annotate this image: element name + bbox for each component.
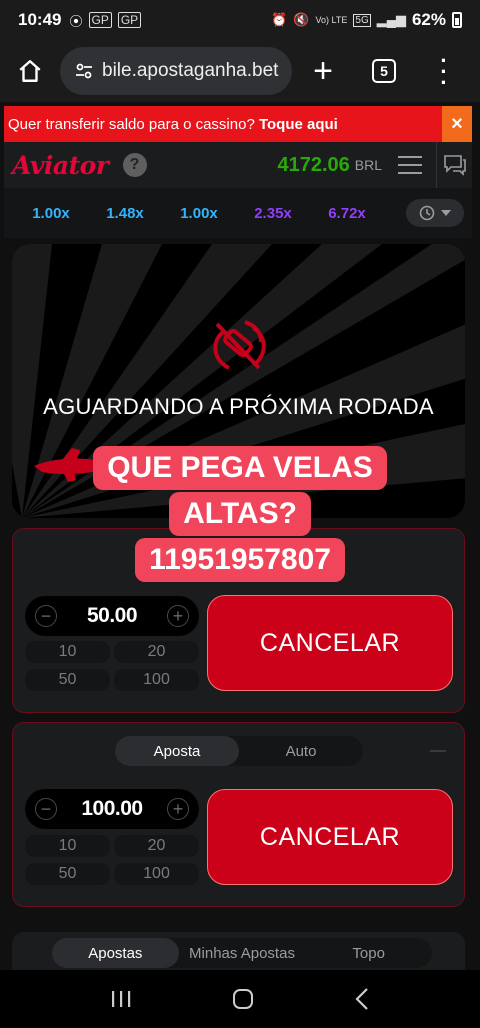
multiplier-history: 1.00x 1.48x 1.00x 2.35x 6.72x xyxy=(4,188,472,238)
caption-overlay: ALTAS? xyxy=(0,492,480,536)
status-right: ⏰ 🔇 Vo) LTE 5G ▂▄▆ 62% xyxy=(271,10,462,30)
app-notification-icon: GP xyxy=(88,12,112,28)
bet-amount-stepper: − 50.00 + xyxy=(25,596,199,636)
volte-label: Vo) LTE xyxy=(315,15,348,25)
bet-amount-stepper: − 100.00 + xyxy=(25,789,199,829)
app-notification-icon: GP xyxy=(117,12,142,28)
caption-line-2: ALTAS? xyxy=(169,492,311,536)
close-icon[interactable]: × xyxy=(442,106,472,142)
quick-amounts: 10 20 50 100 xyxy=(25,641,199,691)
clock: 10:49 xyxy=(18,10,62,29)
remove-panel-icon[interactable] xyxy=(430,750,446,752)
minus-icon[interactable]: − xyxy=(35,798,57,820)
plus-icon[interactable]: + xyxy=(166,798,189,820)
url-text: bile.apostaganha.bet xyxy=(102,60,279,81)
cancel-bet-button[interactable]: CANCELAR xyxy=(207,789,453,885)
caption-overlay: 11951957807 xyxy=(0,538,480,582)
balance-currency: BRL xyxy=(354,157,382,173)
history-multiplier[interactable]: 1.48x xyxy=(88,205,162,222)
battery-percent: 62% xyxy=(411,10,446,29)
bets-tab-switcher: Apostas Minhas Apostas Topo xyxy=(52,938,432,968)
browser-menu-button[interactable]: · · · xyxy=(414,49,474,93)
home-button[interactable] xyxy=(0,58,60,84)
bets-list-header: Apostas Minhas Apostas Topo xyxy=(12,932,465,970)
balance-amount: 4172.06 xyxy=(277,153,350,176)
home-icon xyxy=(19,60,41,82)
loading-propeller-icon xyxy=(213,320,266,370)
chat-icon[interactable] xyxy=(436,142,472,188)
alarm-icon: ⏰ xyxy=(271,12,288,27)
bet-amount-value[interactable]: 50.00 xyxy=(87,604,138,628)
recent-apps-icon[interactable] xyxy=(110,989,132,1009)
tab-topo[interactable]: Topo xyxy=(305,938,432,968)
aviator-logo: Aviator xyxy=(12,150,109,180)
quick-amounts: 10 20 50 100 xyxy=(25,835,199,885)
site-settings-icon[interactable] xyxy=(74,61,94,81)
waiting-message: AGUARDANDO A PRÓXIMA RODADA xyxy=(43,394,434,419)
quick-amount-button[interactable]: 10 xyxy=(25,835,110,857)
caption-line-3: 11951957807 xyxy=(135,538,345,582)
browser-toolbar: bile.apostaganha.bet + 5 · · · xyxy=(0,40,480,102)
promo-banner[interactable]: Quer transferir saldo para o cassino? To… xyxy=(4,106,472,142)
network-type: 5G xyxy=(353,13,371,27)
history-multiplier[interactable]: 2.35x xyxy=(236,205,310,222)
quick-amount-button[interactable]: 100 xyxy=(114,669,199,691)
battery-icon xyxy=(452,12,462,28)
plus-icon[interactable]: + xyxy=(167,605,189,627)
chevron-down-icon xyxy=(441,210,451,216)
web-page: Quer transferir saldo para o cassino? To… xyxy=(0,102,480,970)
game-header: Aviator ? 4172.06 BRL xyxy=(4,142,472,188)
bet-mode-switcher: Aposta Auto xyxy=(115,736,363,766)
tab-switcher-button[interactable]: 5 xyxy=(354,59,414,83)
screen-record-icon: ⦿ xyxy=(69,13,83,29)
notification-icons: GP GP xyxy=(88,12,142,28)
help-icon[interactable]: ? xyxy=(122,153,147,177)
address-bar[interactable]: bile.apostaganha.bet xyxy=(60,47,292,95)
bet-amount-value[interactable]: 100.00 xyxy=(81,797,143,821)
back-icon[interactable] xyxy=(354,987,370,1011)
minus-icon[interactable]: − xyxy=(35,605,57,627)
quick-amount-button[interactable]: 50 xyxy=(25,863,110,885)
quick-amount-button[interactable]: 20 xyxy=(114,641,199,663)
history-multiplier[interactable]: 6.72x xyxy=(310,205,384,222)
history-multiplier[interactable]: 1.00x xyxy=(162,205,236,222)
history-icon xyxy=(419,205,435,221)
cancel-bet-button[interactable]: CANCELAR xyxy=(207,595,453,691)
promo-link[interactable]: Toque aqui xyxy=(259,116,338,133)
bet-panel-2: Aposta Auto − 100.00 + 10 20 50 100 CANC… xyxy=(12,722,465,907)
system-navigation-bar xyxy=(0,970,480,1028)
quick-amount-button[interactable]: 50 xyxy=(25,669,110,691)
quick-amount-button[interactable]: 100 xyxy=(114,863,199,885)
tab-minhas-apostas[interactable]: Minhas Apostas xyxy=(179,938,306,968)
home-nav-icon[interactable] xyxy=(231,987,255,1011)
tab-apostas[interactable]: Apostas xyxy=(52,938,179,968)
history-dropdown-button[interactable] xyxy=(406,199,464,227)
promo-message: Quer transferir saldo para o cassino? xyxy=(8,115,255,133)
caption-overlay: QUE PEGA VELAS xyxy=(0,446,480,490)
tab-count: 5 xyxy=(372,59,396,83)
hamburger-menu-icon[interactable] xyxy=(398,156,422,174)
promo-text: Quer transferir saldo para o cassino? To… xyxy=(4,116,442,133)
caption-line-1: QUE PEGA VELAS xyxy=(93,446,387,490)
new-tab-button[interactable]: + xyxy=(292,54,354,88)
tab-auto[interactable]: Auto xyxy=(239,736,363,766)
quick-amount-button[interactable]: 10 xyxy=(25,641,110,663)
tab-aposta[interactable]: Aposta xyxy=(115,736,239,766)
quick-amount-button[interactable]: 20 xyxy=(114,835,199,857)
history-multiplier[interactable]: 1.00x xyxy=(14,205,88,222)
status-bar: 10:49 ⦿ GP GP ⏰ 🔇 Vo) LTE 5G ▂▄▆ 62% xyxy=(0,0,480,40)
signal-icon: ▂▄▆ xyxy=(376,12,406,27)
mute-icon: 🔇 xyxy=(293,12,310,27)
